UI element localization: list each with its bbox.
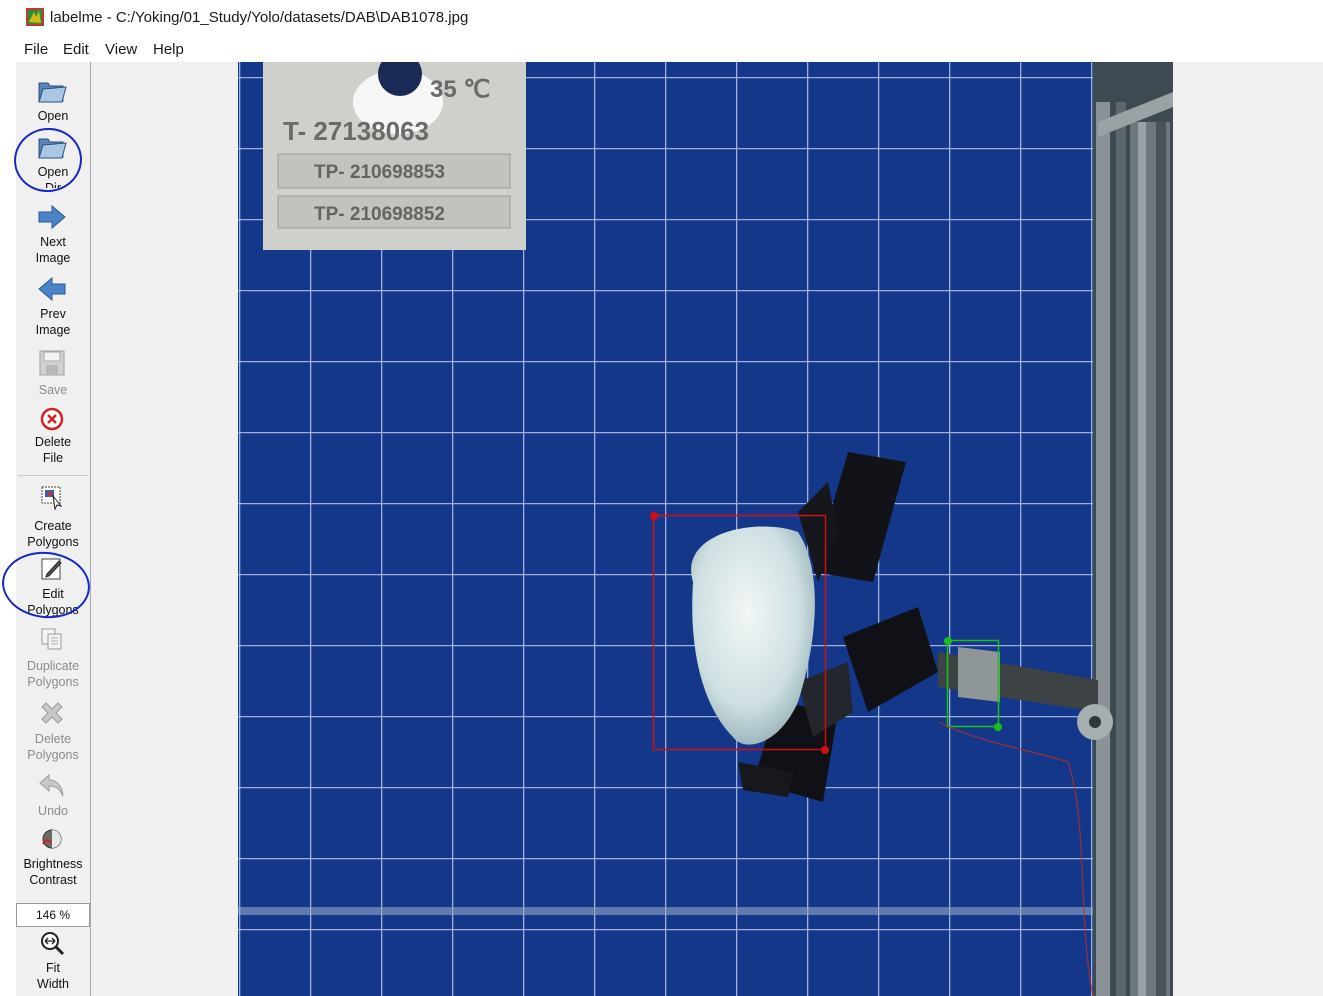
- save-icon: [37, 348, 67, 378]
- create-polygons-button[interactable]: Create Polygons: [16, 480, 90, 549]
- dock-edge: [0, 62, 17, 996]
- title-bar: labelme - C:/Yoking/01_Study/Yolo/datase…: [0, 0, 1323, 36]
- menu-help[interactable]: Help: [153, 41, 184, 58]
- arrow-left-icon: [37, 274, 67, 304]
- undo-icon: [37, 770, 67, 800]
- sign-tp2: TP- 210698852: [314, 204, 445, 225]
- delete-polygons-button[interactable]: Delete Polygons: [16, 698, 90, 764]
- toolbar-separator: [18, 475, 88, 476]
- undo-label: Undo: [38, 804, 68, 818]
- edit-polygons-label: Edit Polygons: [27, 587, 79, 617]
- arrow-right-icon: [37, 202, 67, 232]
- edit-polygons-button[interactable]: Edit Polygons: [16, 552, 90, 618]
- next-image-button[interactable]: Next Image: [16, 200, 90, 265]
- duplicate-polygons-button[interactable]: Duplicate Polygons: [16, 624, 90, 692]
- save-button[interactable]: Save: [16, 346, 90, 398]
- open-folder-icon: [37, 76, 67, 106]
- duplicate-polygons-label: Duplicate Polygons: [26, 659, 80, 689]
- delete-polygons-label: Delete Polygons: [27, 732, 79, 762]
- brightness-contrast-icon: [37, 824, 67, 854]
- sign-t: T- 27138063: [283, 116, 429, 146]
- save-label: Save: [38, 383, 68, 397]
- label-sign: 35 ℃ T- 27138063 TP- 210698853 TP- 21069…: [263, 62, 526, 250]
- fit-width-icon: [37, 928, 67, 958]
- menu-bar: File Edit View Help: [0, 37, 1323, 62]
- undo-button[interactable]: Undo: [16, 770, 90, 820]
- sign-temp: 35 ℃: [430, 76, 490, 103]
- duplicate-icon: [37, 624, 67, 654]
- prev-image-button[interactable]: Prev Image: [16, 272, 90, 337]
- next-image-label: Next Image: [35, 235, 71, 265]
- create-polygons-label: Create Polygons: [27, 519, 79, 549]
- delete-x-icon: [37, 698, 67, 728]
- delete-file-button[interactable]: Delete File: [16, 402, 90, 466]
- open-dir-button[interactable]: Open Dir: [16, 130, 90, 188]
- open-folder-icon: [37, 132, 67, 162]
- edit-icon: [37, 554, 67, 584]
- image-canvas[interactable]: 35 ℃ T- 27138063 TP- 210698853 TP- 21069…: [238, 62, 1173, 996]
- zoom-spinbox[interactable]: 146 %: [16, 903, 90, 927]
- brightness-contrast-button[interactable]: Brightness Contrast: [16, 824, 90, 890]
- menu-file[interactable]: File: [24, 41, 48, 58]
- create-polygon-icon: [37, 482, 67, 512]
- prev-image-label: Prev Image: [35, 307, 71, 337]
- tool-bar: Open Open Dir Next Image Prev Image Save…: [16, 62, 91, 996]
- menu-edit[interactable]: Edit: [63, 41, 89, 58]
- open-label: Open: [37, 109, 69, 123]
- delete-circle-icon: [37, 404, 67, 434]
- fit-width-label: Fit Width: [37, 961, 69, 991]
- photo: 35 ℃ T- 27138063 TP- 210698853 TP- 21069…: [238, 62, 1173, 996]
- delete-file-label: Delete File: [34, 435, 72, 465]
- menu-view[interactable]: View: [105, 41, 137, 58]
- app-icon: [26, 8, 44, 26]
- fit-width-button[interactable]: Fit Width: [16, 928, 90, 994]
- window-title: labelme - C:/Yoking/01_Study/Yolo/datase…: [50, 9, 469, 26]
- open-button[interactable]: Open: [16, 74, 90, 126]
- open-dir-label: Open Dir: [37, 165, 69, 188]
- sign-tp1: TP- 210698853: [314, 162, 445, 183]
- brightness-contrast-label: Brightness Contrast: [23, 857, 83, 887]
